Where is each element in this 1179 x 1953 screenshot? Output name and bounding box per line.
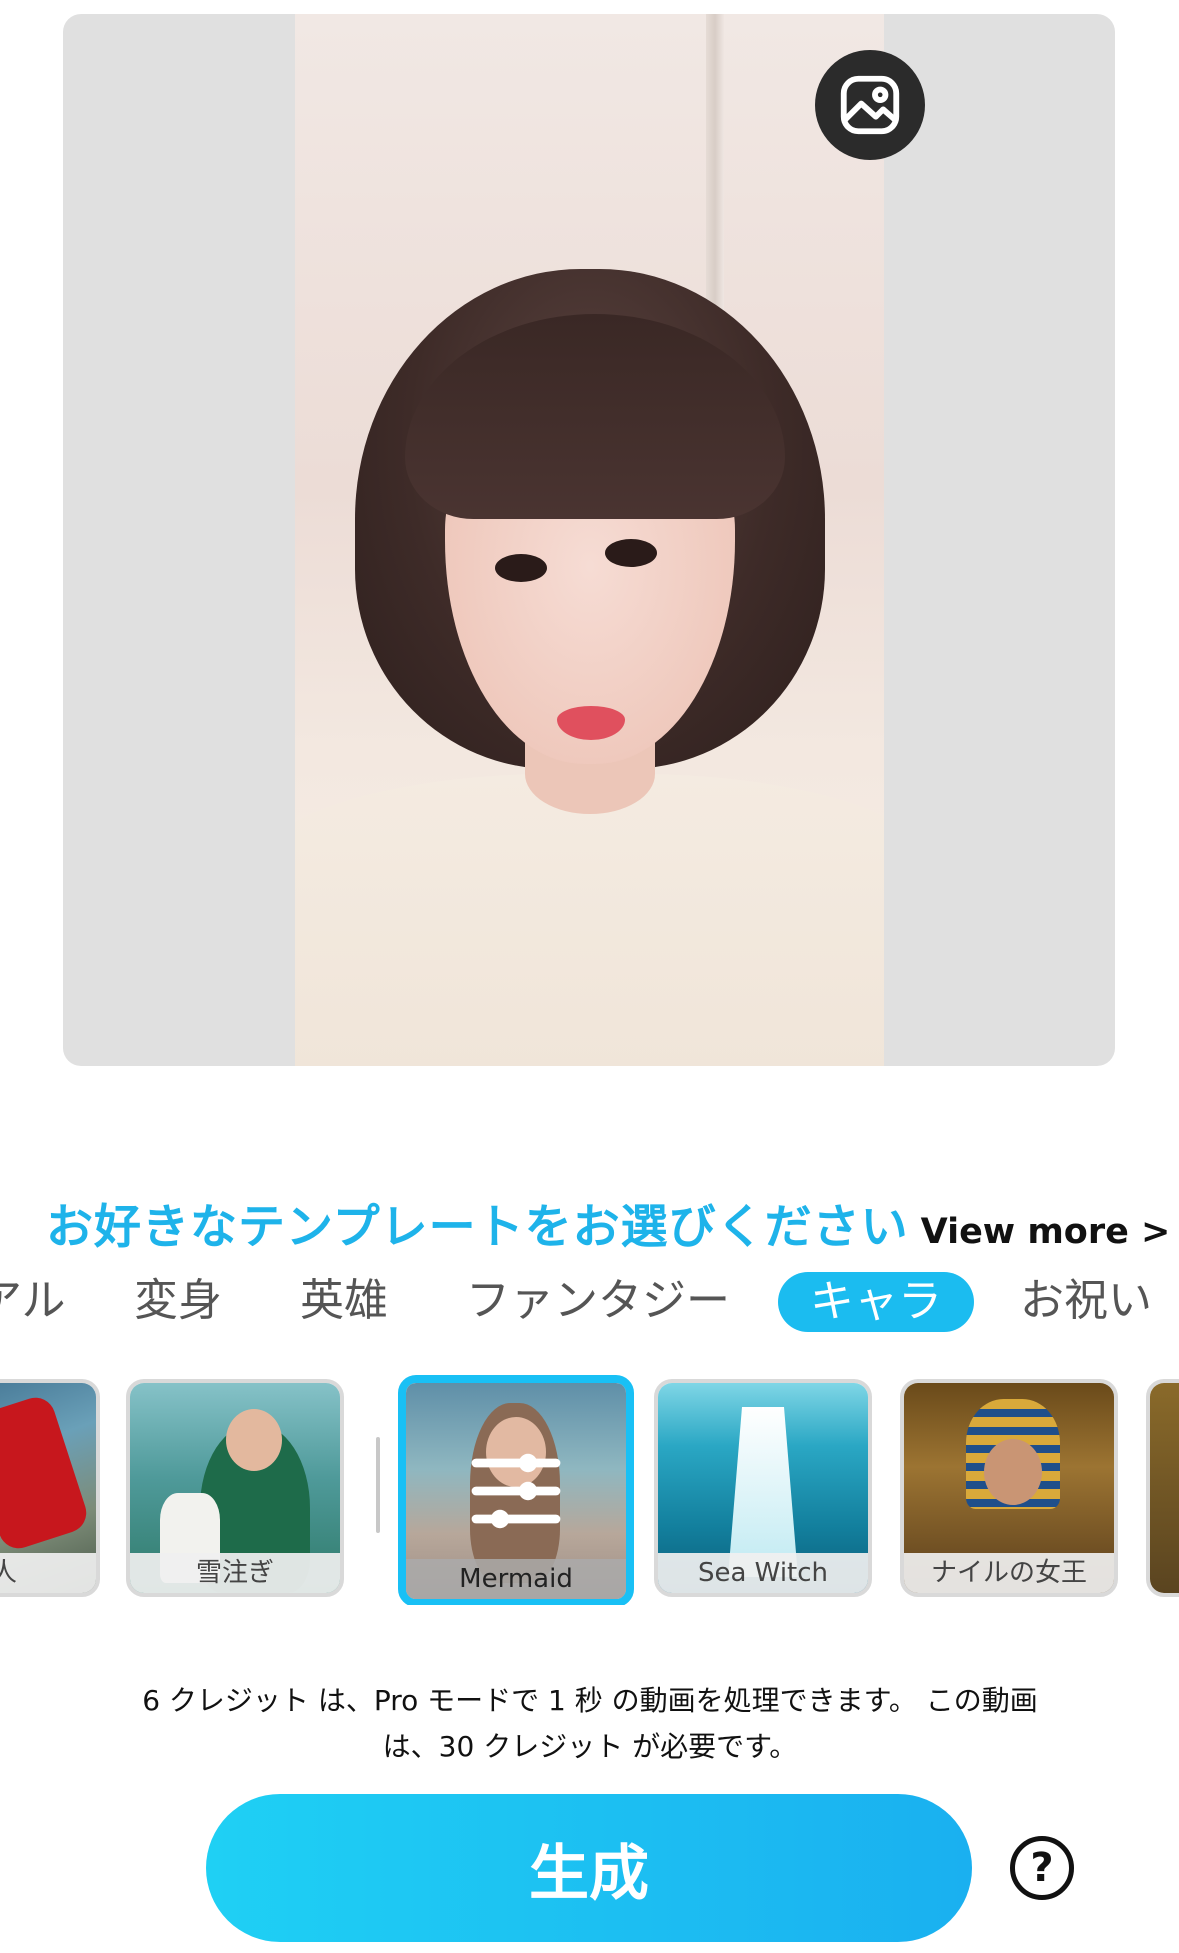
template-card-sea-witch[interactable]: Sea Witch	[654, 1379, 872, 1597]
template-label: Mermaid	[406, 1559, 626, 1599]
tab-fantasy[interactable]: ファンタジー	[466, 1270, 730, 1332]
template-label: 雪注ぎ	[130, 1553, 340, 1593]
view-more-link[interactable]: View more >	[921, 1212, 1171, 1252]
template-header: お好きなテンプレートをお選びください View more >	[46, 1188, 1170, 1255]
source-photo	[295, 14, 884, 1066]
section-title: お好きなテンプレートをお選びください	[46, 1200, 909, 1255]
sliders-icon	[471, 1453, 561, 1529]
image-gallery-icon[interactable]	[815, 50, 925, 160]
template-card-nile-queen[interactable]: ナイルの女王	[900, 1379, 1118, 1597]
template-label: Sea Witch	[658, 1553, 868, 1593]
video-preview	[63, 14, 1115, 1066]
credits-line-1: 6 クレジット は、Pro モードで 1 秒 の動画を処理できます。 この動画	[142, 1684, 1038, 1717]
credits-line-2: は、30 クレジット が必要です。	[382, 1730, 798, 1763]
tab-henshin[interactable]: 変身	[134, 1270, 222, 1332]
tab-oiwai[interactable]: お祝い	[1020, 1270, 1152, 1332]
app-screen: お好きなテンプレートをお選びください View more > アル 変身 英雄 …	[0, 0, 1179, 1953]
strip-divider	[376, 1437, 380, 1533]
template-card-partial[interactable]	[1146, 1379, 1179, 1597]
template-card-yukisosogi[interactable]: 雪注ぎ	[126, 1379, 344, 1597]
template-strip: 巨人 雪注ぎ Mermaid	[0, 1375, 1179, 1605]
template-label: 巨人	[0, 1553, 96, 1593]
category-tabs: アル 変身 英雄 ファンタジー キャラ お祝い	[0, 1270, 1179, 1336]
template-card-kyojin[interactable]: 巨人	[0, 1379, 100, 1597]
template-card-mermaid[interactable]: Mermaid	[398, 1375, 634, 1605]
tab-category-0[interactable]: アル	[0, 1270, 66, 1332]
template-label: ナイルの女王	[904, 1553, 1114, 1593]
credits-info: 6 クレジット は、Pro モードで 1 秒 の動画を処理できます。 この動画 …	[70, 1678, 1110, 1770]
generate-button[interactable]: 生成	[206, 1794, 972, 1942]
tab-chara[interactable]: キャラ	[778, 1272, 974, 1332]
help-icon[interactable]: ?	[1010, 1836, 1074, 1900]
tab-eiyu[interactable]: 英雄	[300, 1270, 388, 1332]
